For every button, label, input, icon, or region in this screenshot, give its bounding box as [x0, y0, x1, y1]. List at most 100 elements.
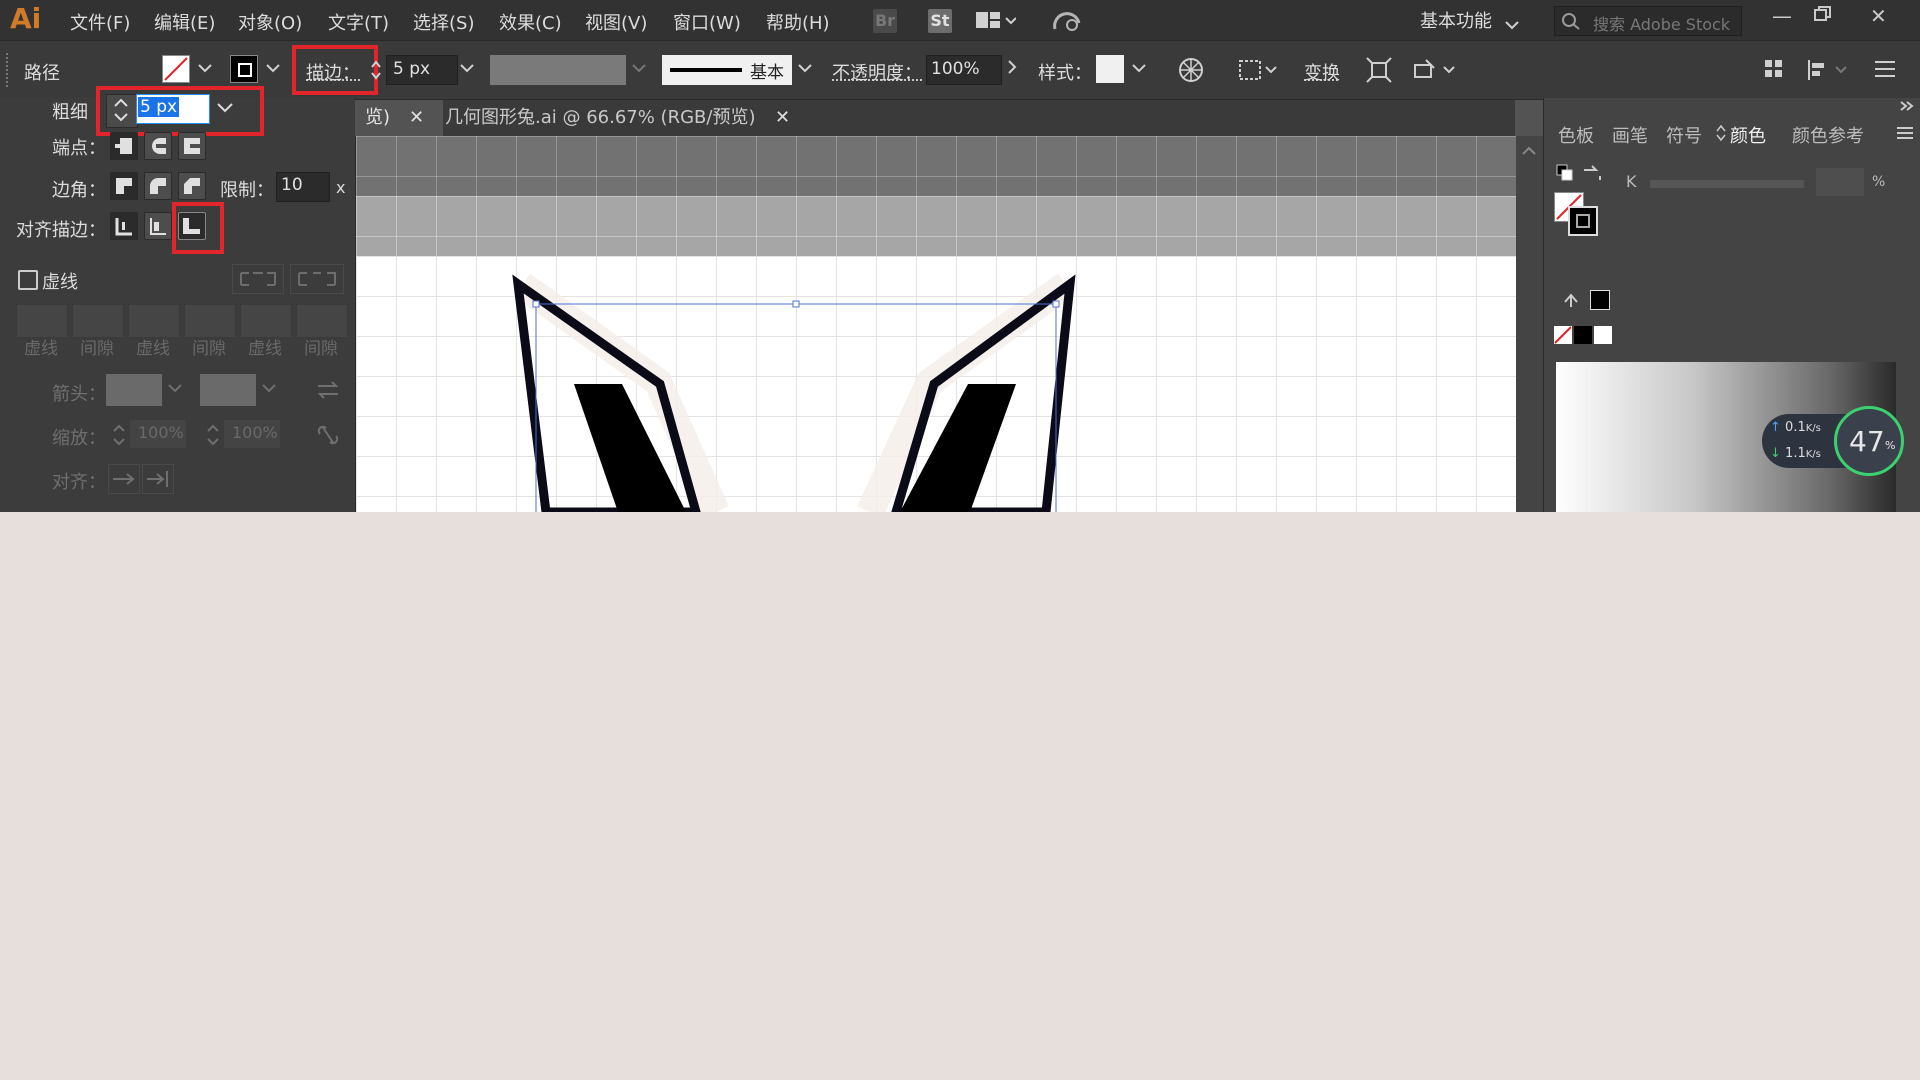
menu-view[interactable]: 视图(V) [585, 9, 647, 35]
arrange-icon[interactable] [1764, 59, 1784, 84]
bridge-icon[interactable]: Br [873, 9, 897, 33]
align-panel-icon[interactable] [1806, 57, 1850, 88]
arrange-documents-icon[interactable] [976, 11, 1017, 36]
close-tab-2-icon[interactable]: ✕ [775, 100, 790, 136]
tab-color[interactable]: 颜色 [1730, 122, 1766, 148]
profile-dropdown-icon[interactable] [632, 55, 646, 83]
tab-swatches[interactable]: 色板 [1558, 122, 1594, 148]
menu-type[interactable]: 文字(T) [328, 9, 389, 35]
arrow-tip-place-button[interactable] [142, 464, 174, 494]
projecting-cap-button[interactable] [178, 132, 206, 160]
arrow-tip-extend-button[interactable] [108, 464, 140, 494]
opacity-label[interactable]: 不透明度： [832, 59, 922, 85]
stroke-stepper-icon[interactable] [370, 59, 382, 86]
stroke-dropdown-icon[interactable] [266, 55, 280, 83]
miter-join-button[interactable] [110, 172, 138, 200]
menu-window[interactable]: 窗口(W) [673, 9, 741, 35]
tab-current-document[interactable]: 几何图形兔.ai @ 66.67% (RGB/预览) [435, 100, 765, 136]
gpu-performance-icon[interactable] [1052, 9, 1082, 38]
gap-field-1[interactable] [72, 304, 124, 338]
recolor-artwork-icon[interactable] [1178, 57, 1204, 88]
swap-arrowheads-icon[interactable] [316, 378, 340, 402]
scale-input-2[interactable]: 100% [224, 420, 280, 448]
white-swatch[interactable] [1594, 326, 1612, 344]
k-slider[interactable] [1650, 180, 1804, 188]
opacity-arrow-icon[interactable] [1006, 55, 1018, 83]
bevel-join-button[interactable] [178, 172, 206, 200]
none-swatch[interactable] [1554, 326, 1572, 344]
default-fill-stroke-icon[interactable] [1556, 164, 1574, 182]
round-cap-button[interactable] [144, 132, 172, 160]
rabbit-ears-artwork[interactable] [356, 136, 1516, 512]
dash-align-corners-button[interactable] [232, 264, 284, 294]
collapse-panels-icon[interactable] [1899, 100, 1915, 112]
dash-field-3[interactable] [240, 304, 292, 338]
restore-icon[interactable] [1814, 6, 1832, 27]
graphic-style-swatch[interactable] [1096, 55, 1124, 83]
butt-cap-button[interactable] [110, 132, 138, 160]
stock-icon[interactable]: St [928, 9, 952, 33]
chevron-down-icon[interactable] [1505, 14, 1519, 35]
brush-definition[interactable]: 基本 [662, 55, 792, 85]
limit-input[interactable]: 10 [276, 172, 330, 202]
align-center-button[interactable] [110, 212, 138, 240]
grip-handle[interactable] [6, 53, 12, 87]
fill-swatch[interactable] [162, 55, 190, 83]
menu-select[interactable]: 选择(S) [413, 9, 474, 35]
gap-field-3[interactable] [296, 304, 348, 338]
end-arrowhead-dropdown-icon[interactable] [262, 382, 276, 396]
align-to-selection-icon[interactable] [1238, 57, 1278, 88]
minimize-icon[interactable]: — [1772, 4, 1792, 28]
closest-color-swatch[interactable] [1590, 290, 1610, 310]
vertical-scrollbar[interactable] [1516, 136, 1543, 512]
workspace-switcher[interactable]: 基本功能 [1420, 7, 1492, 33]
stock-search-field[interactable]: 搜索 Adobe Stock [1554, 6, 1742, 36]
memory-gauge[interactable]: 47 % [1834, 406, 1904, 476]
end-arrowhead-select[interactable] [200, 374, 256, 406]
stroke-swatch[interactable] [230, 55, 258, 83]
tab-symbols[interactable]: 符号 [1666, 122, 1702, 148]
menu-file[interactable]: 文件(F) [70, 9, 130, 35]
out-of-gamut-warning-icon[interactable] [1562, 292, 1580, 308]
scale-stepper-1-icon[interactable] [112, 422, 126, 448]
black-swatch[interactable] [1574, 326, 1592, 344]
close-window-icon[interactable]: ✕ [1870, 4, 1887, 28]
panel-menu-icon[interactable] [1874, 59, 1896, 84]
opacity-field[interactable]: 100% [926, 55, 1002, 85]
variable-width-profile[interactable] [490, 55, 626, 85]
puppet-warp-icon[interactable] [1412, 57, 1458, 88]
scroll-up-icon[interactable] [1522, 146, 1536, 156]
brush-dropdown-icon[interactable] [798, 55, 812, 83]
style-dropdown-icon[interactable] [1132, 55, 1146, 83]
menu-object[interactable]: 对象(O) [238, 9, 302, 35]
gap-field-2[interactable] [184, 304, 236, 338]
dash-field-2[interactable] [128, 304, 180, 338]
panel-options-icon[interactable] [1896, 126, 1914, 140]
menu-edit[interactable]: 编辑(E) [154, 9, 215, 35]
stroke-indicator[interactable] [1568, 206, 1598, 236]
artboard-canvas[interactable] [356, 136, 1516, 512]
dashed-line-checkbox[interactable] [18, 270, 38, 290]
dash-preserve-lengths-button[interactable] [290, 264, 344, 294]
align-inside-button[interactable] [144, 212, 172, 240]
tab-color-guide[interactable]: 颜色参考 [1792, 122, 1864, 148]
k-value-input[interactable] [1816, 168, 1864, 196]
tab-brushes[interactable]: 画笔 [1612, 122, 1648, 148]
transform-link[interactable]: 变换 [1304, 59, 1340, 85]
close-tab-1-icon[interactable]: ✕ [409, 100, 424, 136]
link-scale-icon[interactable] [316, 422, 340, 448]
dash-field-1[interactable] [16, 304, 68, 338]
start-arrowhead-select[interactable] [106, 374, 162, 406]
isolate-object-icon[interactable] [1366, 57, 1392, 88]
stroke-weight-dropdown-icon[interactable] [460, 55, 474, 83]
round-join-button[interactable] [144, 172, 172, 200]
scale-stepper-2-icon[interactable] [206, 422, 220, 448]
start-arrowhead-dropdown-icon[interactable] [168, 382, 182, 396]
fill-dropdown-icon[interactable] [198, 55, 212, 83]
menu-help[interactable]: 帮助(H) [766, 9, 830, 35]
tab-previous-document[interactable]: 览) [355, 100, 443, 136]
menu-effect[interactable]: 效果(C) [499, 9, 562, 35]
scale-input-1[interactable]: 100% [130, 420, 186, 448]
stroke-weight-field[interactable]: 5 px [386, 55, 458, 85]
swap-fill-stroke-icon[interactable] [1582, 164, 1602, 182]
